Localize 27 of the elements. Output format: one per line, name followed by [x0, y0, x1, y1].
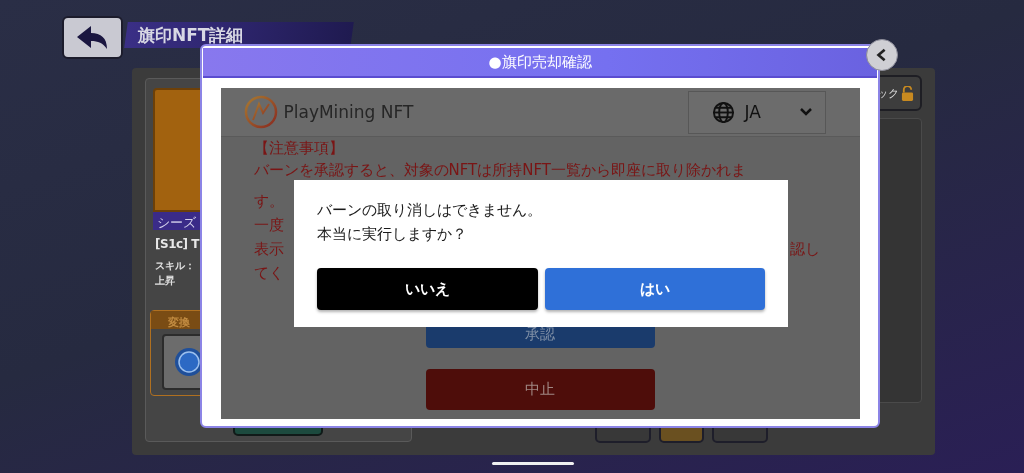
notice-text: てく: [253, 264, 284, 282]
notice-text: 認し: [789, 239, 820, 260]
nft-name: [S1c] T: [155, 237, 199, 251]
yes-button[interactable]: はい: [544, 268, 765, 310]
skill-label: スキル：: [155, 259, 195, 273]
cancel-button[interactable]: 中止: [425, 369, 655, 410]
globe-icon: [711, 100, 735, 124]
notice-text: す。: [253, 192, 284, 210]
lock-icon: [901, 85, 914, 101]
language-select[interactable]: JA: [687, 90, 826, 134]
exchange-label: 変換: [168, 316, 190, 329]
season-label: シーズ: [157, 215, 196, 230]
notice-text: バーンを承認すると、対象のNFTは所持NFT一覧から即座に取り除かれま: [253, 161, 746, 179]
notice-text: 表示: [253, 240, 284, 258]
page-title: 旗印NFT詳細: [138, 24, 244, 47]
skill-value: 上昇: [155, 274, 175, 288]
modal-title: ●旗印売却確認: [488, 52, 592, 72]
notice-text: 一度: [253, 216, 284, 234]
no-button[interactable]: いいえ: [317, 268, 538, 310]
notice-text: 【注意事項】: [253, 139, 344, 157]
back-button[interactable]: [62, 16, 123, 59]
chevron-down-icon: [798, 107, 813, 117]
close-button[interactable]: [866, 39, 898, 71]
logo-icon: [243, 95, 278, 129]
dialog-message: 本当に実行しますか？: [317, 224, 468, 245]
brand-name: PlayMining NFT: [283, 102, 414, 122]
dialog-message: バーンの取り消しはできません。: [317, 200, 543, 221]
